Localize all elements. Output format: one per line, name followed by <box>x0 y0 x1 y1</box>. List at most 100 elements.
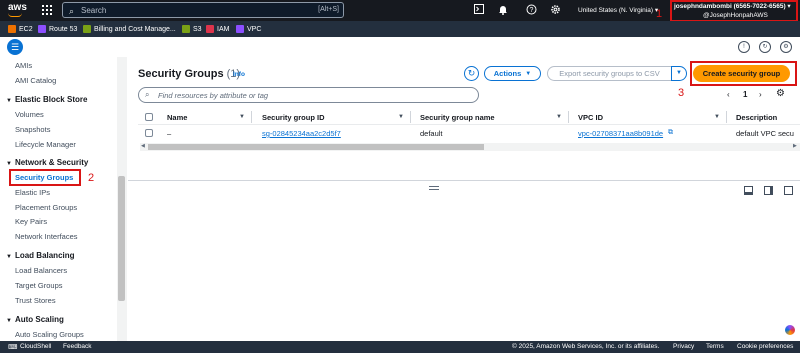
sidebar-section-auto-scaling[interactable]: ▼ Auto Scaling <box>6 315 64 324</box>
next-page-icon[interactable]: › <box>759 90 762 99</box>
create-security-group-button[interactable]: Create security group <box>693 65 790 82</box>
column-header-description[interactable]: Description <box>736 113 777 122</box>
caret-down-icon: ▼ <box>6 98 12 104</box>
sort-icon[interactable]: ▼ <box>556 114 562 120</box>
cloudshell-icon[interactable] <box>473 4 485 16</box>
favorite-route53[interactable]: Route 53 <box>38 24 77 34</box>
caret-down-icon: ▼ <box>6 254 12 260</box>
sidebar-section-ebs[interactable]: ▼ Elastic Block Store <box>6 95 87 104</box>
sidebar-item-load-balancers[interactable]: Load Balancers <box>15 266 67 275</box>
column-header-security-group-id[interactable]: Security group ID <box>262 113 325 122</box>
svg-text:?: ? <box>529 7 533 14</box>
favorite-iam[interactable]: IAM <box>206 24 229 34</box>
settings-icon[interactable]: ⚙ <box>780 41 792 53</box>
caret-down-icon: ▼ <box>6 318 12 324</box>
aws-smile-logo-mark <box>8 13 22 17</box>
column-header-vpc-id[interactable]: VPC ID <box>578 113 603 122</box>
sidebar-item-placement-groups[interactable]: Placement Groups <box>15 203 77 212</box>
account-username: @JosephHonpahAWS <box>703 12 768 19</box>
favorite-vpc[interactable]: VPC <box>236 24 261 34</box>
page-number[interactable]: 1 <box>743 90 747 99</box>
cell-vpc-id-link[interactable]: vpc-02708371aa8b091de <box>578 129 663 138</box>
search-icon: ⌕ <box>69 6 75 16</box>
sidebar-section-network-security[interactable]: ▼ Network & Security <box>6 158 88 167</box>
sidebar-item-ami-catalog[interactable]: AMI Catalog <box>15 76 56 85</box>
terms-link[interactable]: Terms <box>706 343 724 350</box>
actions-dropdown-button[interactable]: Actions ▼ <box>484 66 541 81</box>
sidebar-item-target-groups[interactable]: Target Groups <box>15 281 63 290</box>
sort-icon[interactable]: ▼ <box>398 114 404 120</box>
column-divider[interactable] <box>410 111 411 123</box>
column-divider[interactable] <box>251 111 252 123</box>
sidebar-item-lifecycle-manager[interactable]: Lifecycle Manager <box>15 140 76 149</box>
favorites-bar: EC2 Route 53 Billing and Cost Manage... … <box>0 21 800 37</box>
aws-logo[interactable]: aws <box>8 3 27 13</box>
row-checkbox[interactable] <box>145 129 153 137</box>
favorite-s3[interactable]: S3 <box>182 24 202 34</box>
sidebar-section-load-balancing[interactable]: ▼ Load Balancing <box>6 251 75 260</box>
table-preferences-gear-icon[interactable]: ⚙ <box>776 88 785 99</box>
iam-service-icon <box>206 25 214 33</box>
external-link-icon[interactable]: ⧉ <box>668 129 673 137</box>
previous-page-icon[interactable]: ‹ <box>727 90 730 99</box>
sort-icon[interactable]: ▼ <box>714 114 720 120</box>
cloudshell-icon[interactable]: ⌨ <box>8 343 17 351</box>
sidebar-item-auto-scaling-groups[interactable]: Auto Scaling Groups <box>15 330 84 339</box>
cookie-preferences-link[interactable]: Cookie preferences <box>737 343 793 350</box>
apps-grid-icon[interactable] <box>42 5 52 15</box>
footer-bar: ⌨ CloudShell Feedback © 2025, Amazon Web… <box>0 341 800 353</box>
sidebar-scrollbar-thumb[interactable] <box>118 176 125 301</box>
annotation-highlight-security-groups <box>9 169 81 186</box>
info-link[interactable]: Info <box>233 71 245 78</box>
refresh-page-icon[interactable]: ↻ <box>759 41 771 53</box>
favorite-billing[interactable]: Billing and Cost Manage... <box>83 24 176 34</box>
column-header-security-group-name[interactable]: Security group name <box>420 113 495 122</box>
region-selector[interactable]: United States (N. Virginia) ▾ <box>578 6 658 14</box>
export-csv-button[interactable]: Export security groups to CSV <box>547 66 672 81</box>
cloudshell-link[interactable]: CloudShell <box>20 343 51 350</box>
favorite-ec2[interactable]: EC2 <box>8 24 33 34</box>
search-input[interactable] <box>81 5 281 16</box>
account-menu[interactable]: josephndambombi (6565-7022-6565) ▾ <box>674 2 791 10</box>
ec2-service-icon <box>8 25 16 33</box>
split-side-view-icon[interactable] <box>764 186 773 195</box>
amazon-q-icon[interactable] <box>785 325 795 335</box>
export-dropdown-caret-icon[interactable]: ▼ <box>671 66 687 81</box>
filter-input[interactable] <box>158 90 458 100</box>
sidebar-item-snapshots[interactable]: Snapshots <box>15 125 50 134</box>
cell-security-group-name: default <box>420 129 443 138</box>
split-bottom-view-icon[interactable] <box>744 186 753 195</box>
column-divider[interactable] <box>726 111 727 123</box>
sort-icon[interactable]: ▼ <box>239 114 245 120</box>
table-scrollbar-thumb[interactable] <box>148 144 484 150</box>
scroll-right-icon[interactable]: ▶ <box>793 143 797 149</box>
refresh-button[interactable]: ↻ <box>464 66 479 81</box>
feedback-link[interactable]: Feedback <box>63 343 92 350</box>
sidebar-item-key-pairs[interactable]: Key Pairs <box>15 217 47 226</box>
global-search[interactable]: ⌕ [Alt+S] <box>62 2 344 18</box>
sidebar-item-volumes[interactable]: Volumes <box>15 110 44 119</box>
sidebar-item-network-interfaces[interactable]: Network Interfaces <box>15 232 78 241</box>
split-maximize-icon[interactable] <box>784 186 793 195</box>
annotation-label-1: 1 <box>656 8 663 20</box>
gear-icon[interactable] <box>549 4 561 16</box>
s3-service-icon <box>182 25 190 33</box>
resource-filter[interactable]: ⌕ <box>138 87 479 103</box>
column-header-name[interactable]: Name <box>167 113 187 122</box>
select-all-checkbox[interactable] <box>145 113 153 121</box>
cell-security-group-id-link[interactable]: sg-02845234aa2c2d5f7 <box>262 129 341 138</box>
privacy-link[interactable]: Privacy <box>673 343 694 350</box>
route53-service-icon <box>38 25 46 33</box>
notifications-panel-icon[interactable]: ! <box>738 41 750 53</box>
hamburger-menu-icon[interactable]: ☰ <box>7 39 23 55</box>
sidebar-item-amis[interactable]: AMIs <box>15 61 32 70</box>
sidebar-item-trust-stores[interactable]: Trust Stores <box>15 296 56 305</box>
sidebar-item-elastic-ips[interactable]: Elastic IPs <box>15 188 50 197</box>
copyright-text: © 2025, Amazon Web Services, Inc. or its… <box>512 343 660 350</box>
scroll-left-icon[interactable]: ◀ <box>141 143 145 149</box>
help-icon[interactable]: ? <box>525 4 537 16</box>
column-divider[interactable] <box>568 111 569 123</box>
billing-service-icon <box>83 25 91 33</box>
bell-icon[interactable] <box>497 4 509 16</box>
split-panel-resize-handle[interactable] <box>429 186 439 190</box>
